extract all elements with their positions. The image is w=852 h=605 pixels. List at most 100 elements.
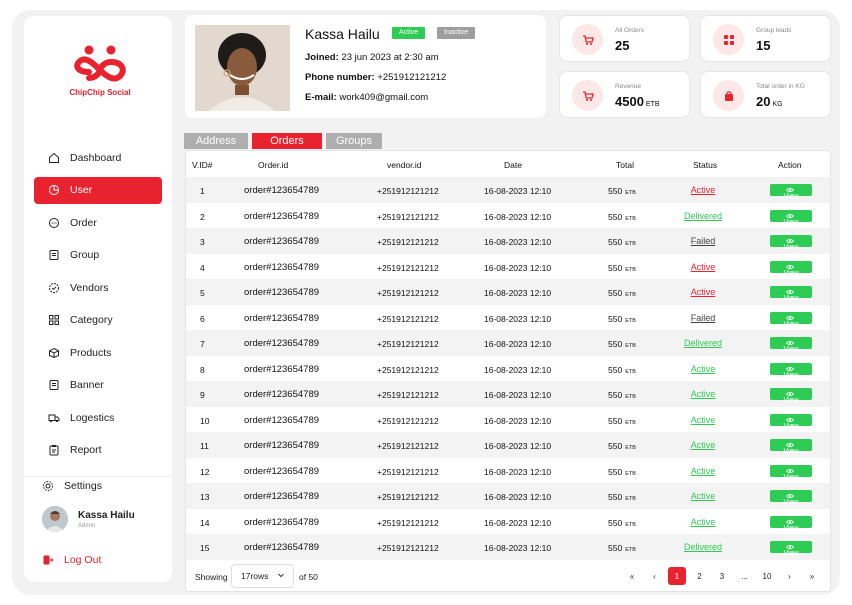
tab-groups[interactable]: Groups (326, 133, 382, 149)
view-button[interactable]: View (770, 362, 812, 379)
cell-vid: 14 (200, 517, 210, 528)
sidebar-item-report[interactable]: Report (34, 437, 162, 464)
cell-total: 550 ETB (608, 390, 636, 400)
cell-status[interactable]: Active (666, 466, 740, 476)
page-button-2[interactable]: 2 (691, 567, 709, 585)
table-row: 4 order#123654789 +251912121212 16-08-2023 … (186, 254, 830, 280)
cell-date: 16-08-2023 12:10 (484, 186, 552, 196)
cell-date: 16-08-2023 12:10 (484, 441, 552, 451)
cell-total: 550 ETB (608, 288, 636, 298)
view-button[interactable]: View (770, 286, 812, 302)
stat-group-leads: Group leads 15 (700, 15, 831, 62)
page-ellipsis: ... (741, 571, 748, 581)
logout-button[interactable]: Log Out (42, 554, 101, 566)
page-button-3[interactable]: 3 (713, 567, 731, 585)
inactive-status-badge[interactable]: Inactive (437, 27, 476, 39)
view-button[interactable]: View (770, 337, 812, 353)
view-button[interactable]: View (770, 413, 812, 430)
cell-status[interactable]: Active (666, 262, 740, 272)
cell-vendor-id: +251912121212 (377, 288, 439, 298)
cell-status[interactable]: Active (666, 389, 740, 399)
sidebar-item-dashboard[interactable]: Dashboard (34, 144, 162, 171)
page-button-1[interactable]: 1 (668, 567, 686, 585)
cell-total: 550 ETB (608, 313, 636, 324)
avatar (42, 506, 68, 532)
tab-address[interactable]: Address (184, 133, 248, 149)
cell-total: 550 ETB (608, 492, 636, 502)
view-button[interactable]: View (770, 515, 812, 532)
cell-status[interactable]: Active (666, 287, 740, 297)
view-button[interactable]: View (770, 541, 812, 557)
cell-status[interactable]: Active (666, 517, 740, 527)
cell-order-id: order#123654789 (244, 338, 320, 349)
view-button[interactable]: View (770, 464, 812, 481)
cell-date: 16-08-2023 12:10 (484, 466, 552, 477)
cell-order-id: order#123654789 (244, 287, 320, 298)
cell-status[interactable]: Delivered (666, 211, 740, 221)
last-page-button[interactable]: » (803, 567, 821, 585)
prev-page-button[interactable]: ‹ (646, 567, 664, 585)
header-order-id: Order.id (258, 160, 289, 170)
cell-vendor-id: +251912121212 (377, 313, 439, 324)
cell-status[interactable]: Active (666, 491, 740, 501)
header-total: Total (616, 160, 634, 170)
cell-vid: 15 (200, 543, 210, 553)
view-button[interactable]: View (770, 388, 812, 404)
cell-total: 550 ETB (608, 466, 636, 477)
view-button[interactable]: View (770, 184, 812, 200)
brand-logo[interactable]: ChipChip Social (64, 42, 136, 122)
sidebar-item-products[interactable]: Products (34, 339, 162, 366)
sidebar-user-name: Kassa Hailu (78, 509, 135, 521)
cell-vid: 7 (200, 339, 205, 349)
cell-vid: 10 (200, 415, 210, 426)
cell-total: 550 ETB (608, 262, 636, 273)
cell-status[interactable]: Delivered (666, 542, 740, 552)
detail-tabs: Address Orders Groups (184, 133, 386, 149)
cell-status[interactable]: Failed (666, 236, 740, 246)
grid-icon (713, 24, 744, 55)
sidebar-item-category[interactable]: Category (34, 307, 162, 334)
tab-orders[interactable]: Orders (252, 133, 322, 149)
header-vid: V.ID# (192, 160, 213, 170)
sidebar-item-vendors[interactable]: Vendors (34, 274, 162, 301)
view-button[interactable]: View (770, 260, 812, 277)
cell-vid: 9 (200, 390, 205, 400)
cell-date: 16-08-2023 12:10 (484, 364, 552, 375)
cell-status[interactable]: Active (666, 440, 740, 450)
cell-order-id: order#123654789 (244, 389, 320, 400)
cell-vid: 13 (200, 492, 210, 502)
profile-phone: Phone number: +251912121212 (305, 72, 446, 83)
cell-total: 550 ETB (608, 415, 636, 426)
cell-date: 16-08-2023 12:10 (484, 339, 552, 349)
page-button-10[interactable]: 10 (758, 567, 776, 585)
view-button[interactable]: View (770, 235, 812, 251)
view-button[interactable]: View (770, 311, 812, 328)
sidebar-item-logestics[interactable]: Logestics (34, 404, 162, 431)
cell-status[interactable]: Active (666, 415, 740, 425)
cell-vendor-id: +251912121212 (377, 543, 439, 553)
settings-link[interactable]: Settings (42, 478, 102, 494)
cell-status[interactable]: Delivered (666, 338, 740, 348)
next-page-button[interactable]: › (781, 567, 799, 585)
sidebar-item-group[interactable]: Group (34, 242, 162, 269)
sidebar-user-profile[interactable]: Kassa Hailu Admin (42, 506, 135, 532)
cell-status[interactable]: Active (666, 185, 740, 195)
cell-status[interactable]: Active (666, 364, 740, 374)
sidebar-item-order[interactable]: Order (34, 209, 162, 236)
sidebar-item-user[interactable]: User (34, 176, 162, 204)
pager: « ‹ 1 2 3 ... 10 › » (619, 567, 822, 585)
cell-status[interactable]: Failed (666, 313, 740, 323)
view-button[interactable]: View (770, 490, 812, 506)
active-status-badge[interactable]: Active (392, 27, 426, 39)
bag-icon (713, 80, 744, 111)
rows-per-page-select[interactable]: 17rows (231, 564, 294, 588)
view-button[interactable]: View (770, 439, 812, 455)
cell-date: 16-08-2023 12:10 (484, 211, 552, 222)
brand-name: ChipChip Social (69, 88, 131, 97)
sidebar-item-label: Group (70, 249, 100, 261)
cell-order-id: order#123654789 (244, 363, 320, 375)
first-page-button[interactable]: « (623, 567, 641, 585)
cell-total: 550 ETB (608, 441, 636, 451)
sidebar-item-banner[interactable]: Banner (34, 372, 162, 399)
view-button[interactable]: View (770, 209, 812, 226)
